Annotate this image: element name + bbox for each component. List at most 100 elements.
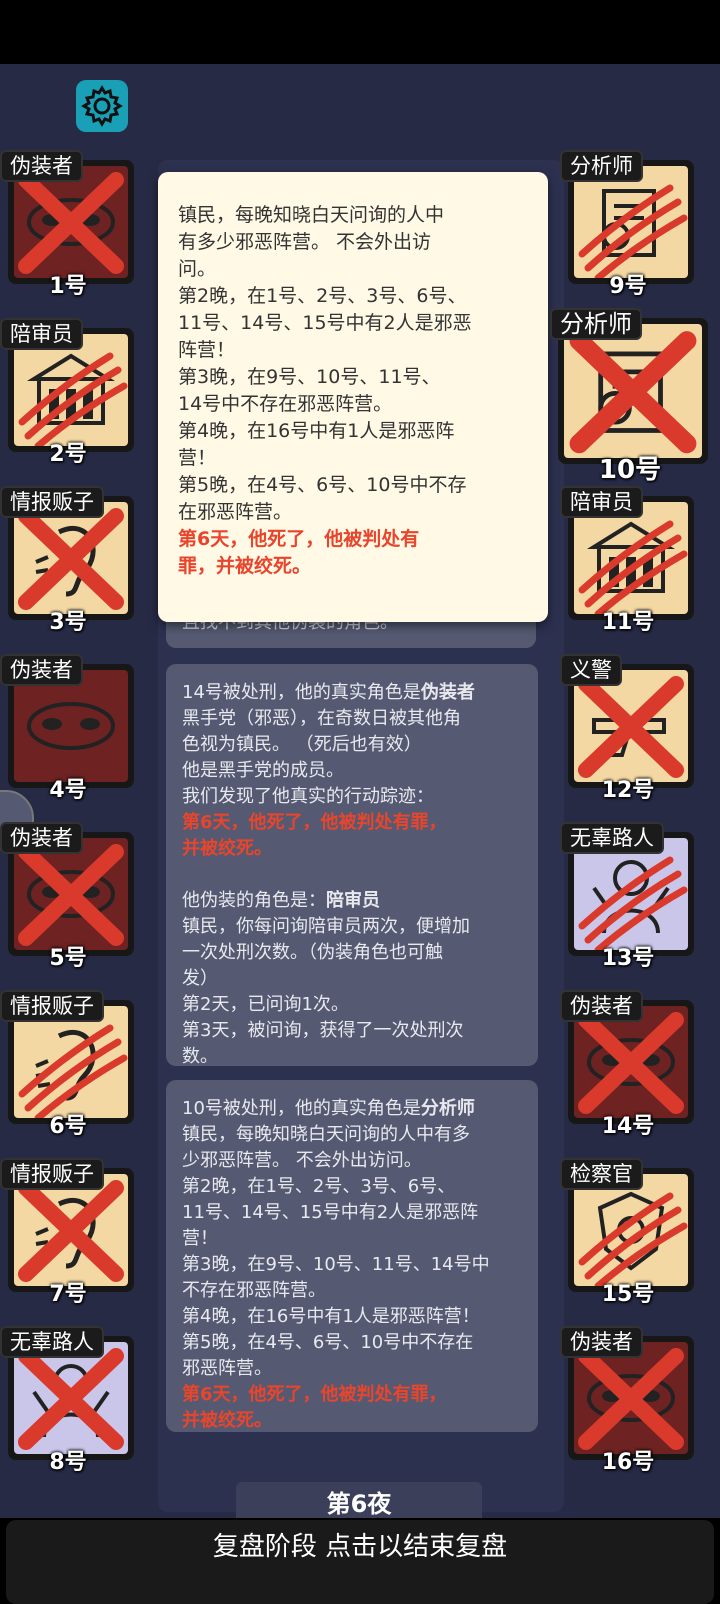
card14-text-line: 色视为镇民。 （死后也有效） <box>182 734 422 755</box>
role-tag: 伪装者 <box>560 1326 643 1358</box>
player-portrait <box>574 502 688 614</box>
status-bar <box>0 0 720 64</box>
player-slot[interactable]: 伪装者 4号 <box>0 654 136 803</box>
claw-mark-icon <box>18 1024 128 1118</box>
card14-text-line: 他是黑手党的成员。 <box>182 760 344 781</box>
dead-cross-icon <box>18 172 124 274</box>
dead-cross-icon <box>18 1180 124 1282</box>
player-slot[interactable]: 陪审员 11号 <box>560 486 696 635</box>
role-tag: 情报贩子 <box>0 486 104 518</box>
player-portrait <box>14 1342 128 1454</box>
card10-text-line: 第3晚，在9号、10号、11号、14号中 <box>182 1254 490 1275</box>
card14-disguise-text-line: 第2天，已问询1次。 <box>182 994 349 1015</box>
player-slot[interactable]: 情报贩子 3号 <box>0 486 136 635</box>
player-slot[interactable]: 义警 12号 <box>560 654 696 803</box>
popup-text-line: 在邪恶阵营。 <box>178 501 293 523</box>
popup-text-line: 第5晚，在4号、6号、10号中不存 <box>178 474 467 496</box>
card10-text-line: 营！ <box>182 1228 218 1249</box>
player-number: 9号 <box>609 274 647 299</box>
popup-death-line: 第6天，他死了，他被判处有 <box>178 528 420 550</box>
card10-text-line: 第5晚，在4号、6号、10号中不存在 <box>182 1332 474 1353</box>
role-tag: 分析师 <box>560 150 643 182</box>
role-tag: 分析师 <box>550 308 642 340</box>
popup-text-line: 营！ <box>178 447 217 469</box>
player-number: 7号 <box>49 1282 87 1307</box>
popup-text-line: 第2晚，在1号、2号、3号、6号、 <box>178 285 467 307</box>
player-slot[interactable]: 伪装者 5号 <box>0 822 136 971</box>
role-tag: 义警 <box>560 654 622 686</box>
player-portrait <box>14 1006 128 1118</box>
player-slot[interactable]: 伪装者 14号 <box>560 990 696 1139</box>
claw-mark-icon <box>578 1192 688 1286</box>
popup-death: 第6天，他死了，他被判处有 罪，并被绞死。 <box>178 526 528 580</box>
dead-cross-icon <box>18 508 124 610</box>
player-portrait <box>574 166 688 278</box>
player-number: 14号 <box>601 1114 655 1139</box>
popup-text-line: 第4晚，在16号中有1人是邪恶阵 <box>178 420 455 442</box>
card14-disguise-intro: 他伪装的角色是： <box>182 890 326 911</box>
player-number: 6号 <box>49 1114 87 1139</box>
player-number: 11号 <box>601 610 655 635</box>
card14-disguise-role: 陪审员 <box>326 890 380 911</box>
card14-text-line: 黑手党（邪恶），在奇数日被其他角 <box>182 708 461 729</box>
dead-cross-icon <box>578 1348 684 1450</box>
player-portrait <box>14 502 128 614</box>
player-number: 12号 <box>601 778 655 803</box>
player-portrait <box>574 1174 688 1286</box>
popup-text-line: 镇民，每晚知晓白天问询的人中 <box>178 204 445 226</box>
popup-text-line: 有多少邪恶阵营。 不会外出访 <box>178 231 432 253</box>
mask-icon <box>27 702 115 750</box>
player-slot[interactable]: 情报贩子 6号 <box>0 990 136 1139</box>
role-tag: 无辜路人 <box>560 822 664 854</box>
popup-text-line: 问。 <box>178 258 217 280</box>
player-slot[interactable]: 陪审员 2号 <box>0 318 136 467</box>
player-slot[interactable]: 检察官 15号 <box>560 1158 696 1307</box>
card14-text-line: 我们发现了他真实的行动踪迹： <box>182 786 434 807</box>
player-slot[interactable]: 无辜路人 13号 <box>560 822 696 971</box>
player-portrait <box>574 838 688 950</box>
player-number: 15号 <box>601 1282 655 1307</box>
card10-text-line: 第4晚，在16号中有1人是邪恶阵营！ <box>182 1306 480 1327</box>
role-tag: 陪审员 <box>0 318 83 350</box>
player-slot[interactable]: 情报贩子 7号 <box>0 1158 136 1307</box>
player-slot[interactable]: 伪装者 16号 <box>560 1326 696 1475</box>
player-portrait <box>14 334 128 446</box>
player-slot[interactable]: 分析师 9号 <box>560 150 696 299</box>
dead-cross-icon <box>578 1012 684 1114</box>
claw-mark-icon <box>578 520 688 614</box>
card10-death-line: 第6天，他死了，他被判处有罪， <box>182 1384 447 1405</box>
player-number: 5号 <box>49 946 87 971</box>
end-review-button[interactable]: 复盘阶段 点击以结束复盘 <box>6 1520 714 1604</box>
popup-text-line: 14号中不存在邪恶阵营。 <box>178 393 393 415</box>
player-number: 13号 <box>601 946 655 971</box>
player-slot[interactable]: 分析师 10号 <box>550 308 710 485</box>
card14-disguise-text-line: 第3天，被问询，获得了一次处刑次 <box>182 1020 464 1041</box>
card14-death-line: 并被绞死。 <box>182 838 272 859</box>
card14-intro: 14号被处刑，他的真实角色是 <box>182 682 421 703</box>
popup-lines: 镇民，每晚知晓白天问询的人中 有多少邪恶阵营。 不会外出访 问。第2晚，在1号、2号… <box>178 202 528 526</box>
card10-intro: 10号被处刑，他的真实角色是 <box>182 1098 421 1119</box>
player-slot[interactable]: 无辜路人 8号 <box>0 1326 136 1475</box>
role-tag: 陪审员 <box>560 486 643 518</box>
card10-text-line: 少邪恶阵营。 不会外出访问。 <box>182 1150 422 1171</box>
player-slot[interactable]: 伪装者 1号 <box>0 150 136 299</box>
role-tag: 伪装者 <box>0 822 83 854</box>
gear-icon <box>81 85 123 127</box>
dead-cross-icon <box>18 844 124 946</box>
player-number: 4号 <box>49 778 87 803</box>
card10-text-line: 不存在邪恶阵营。 <box>182 1280 326 1301</box>
card14-role: 伪装者 <box>420 682 475 703</box>
player-portrait <box>14 166 128 278</box>
card14-disguise-lines: 镇民，你每问询陪审员两次，便增加 一次处刑次数。（伪装角色也可触 发） 第2天，已问询… <box>182 914 522 1070</box>
player-portrait <box>14 1174 128 1286</box>
night-label: 第6夜 <box>236 1482 482 1518</box>
role-tag: 伪装者 <box>0 150 83 182</box>
card14-death: 第6天，他死了，他被判处有罪， 并被绞死。 <box>182 810 522 862</box>
settings-button[interactable] <box>76 80 128 132</box>
role-detail-popup[interactable]: 镇民，每晚知晓白天问询的人中 有多少邪恶阵营。 不会外出访 问。第2晚，在1号、2号… <box>158 172 548 622</box>
card10-text-line: 邪恶阵营。 <box>182 1358 272 1379</box>
popup-text-line: 11号、14号、15号中有2人是邪恶 <box>178 312 472 334</box>
dead-cross-icon <box>18 1348 124 1450</box>
card10-intro-line: 10号被处刑，他的真实角色是分析师 <box>182 1096 522 1122</box>
role-tag: 无辜路人 <box>0 1326 104 1358</box>
